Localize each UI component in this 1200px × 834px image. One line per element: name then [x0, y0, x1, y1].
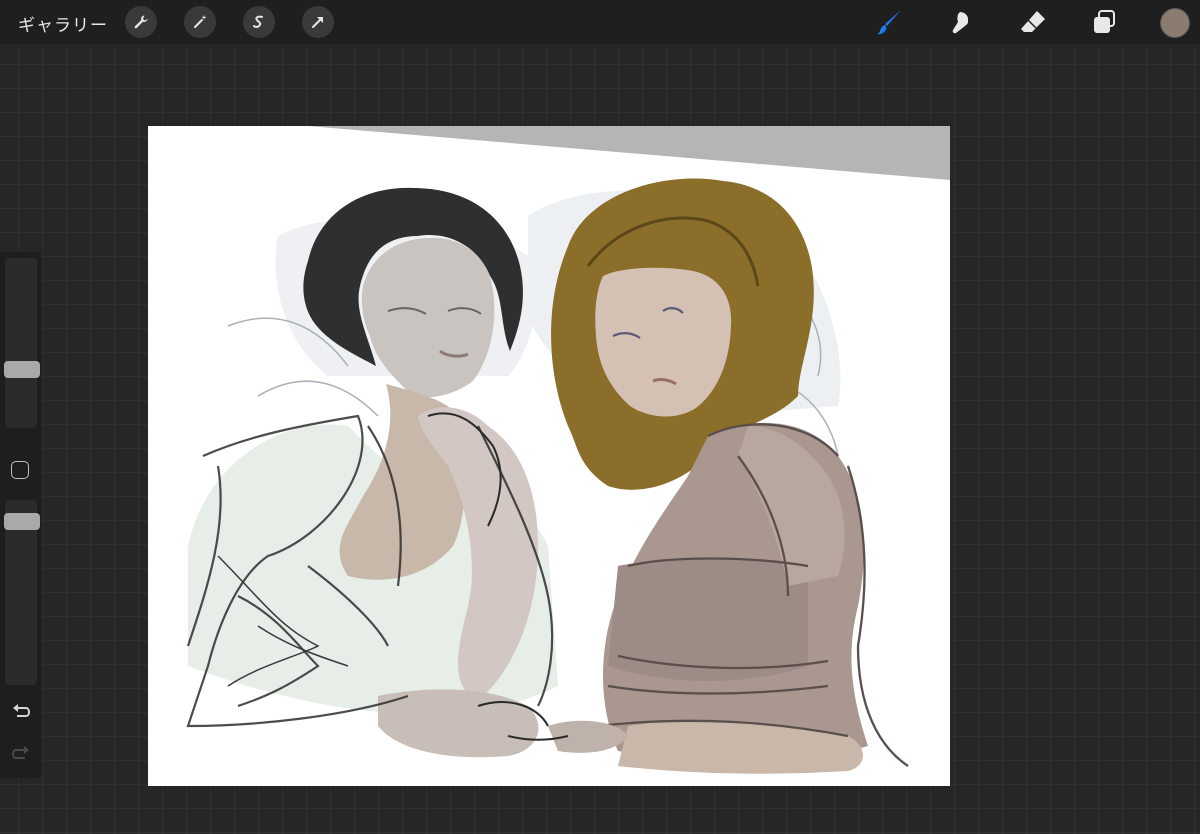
redo-icon	[11, 746, 29, 759]
eraser-icon	[1021, 11, 1045, 32]
opacity-thumb[interactable]	[4, 513, 40, 530]
undo-button[interactable]	[10, 700, 32, 722]
smudge-tool-button[interactable]	[946, 6, 978, 38]
selection-s-icon	[253, 15, 263, 28]
layers-button[interactable]	[1088, 6, 1120, 38]
selection-button[interactable]	[243, 6, 275, 38]
transform-arrow-icon	[312, 17, 323, 28]
brush-icon	[877, 10, 901, 35]
brush-tool-button[interactable]	[874, 6, 906, 38]
smudge-icon	[952, 12, 968, 34]
drawing-canvas[interactable]	[148, 126, 950, 786]
redo-button[interactable]	[10, 742, 32, 764]
undo-icon	[13, 704, 31, 717]
artwork	[186, 126, 950, 774]
adjustments-button[interactable]	[184, 6, 216, 38]
top-toolbar: ギャラリー	[0, 0, 1200, 44]
magic-wand-icon	[194, 15, 207, 28]
eraser-tool-button[interactable]	[1017, 6, 1049, 38]
color-picker-button[interactable]	[1160, 8, 1190, 38]
wrench-icon	[134, 15, 148, 29]
actions-button[interactable]	[125, 6, 157, 38]
brush-size-thumb[interactable]	[4, 361, 40, 378]
brush-size-slider[interactable]	[5, 258, 37, 428]
layers-icon	[1094, 10, 1115, 33]
gallery-button[interactable]: ギャラリー	[18, 11, 108, 36]
transform-button[interactable]	[302, 6, 334, 38]
modify-button[interactable]	[11, 461, 29, 479]
